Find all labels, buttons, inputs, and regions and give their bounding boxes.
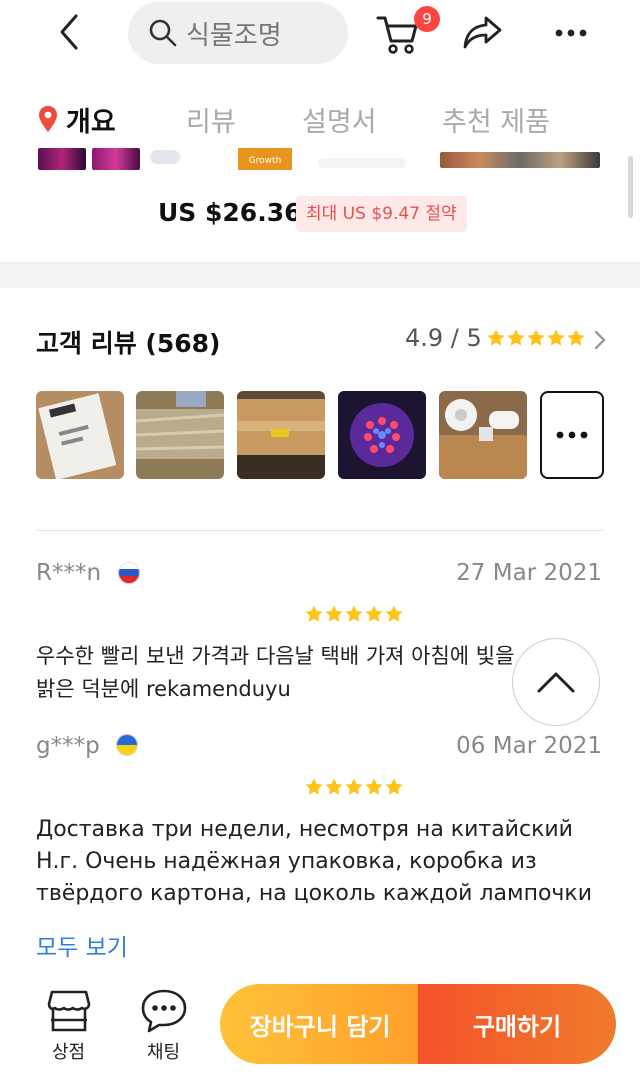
review-date: 27 Mar 2021 (456, 560, 602, 586)
chevron-up-icon (537, 672, 575, 693)
star-icon (384, 777, 404, 797)
tab-reviews[interactable]: 리뷰 (186, 100, 236, 139)
reviews-title[interactable]: 고객 리뷰 (568) (36, 324, 220, 360)
more-photos-button[interactable] (540, 391, 604, 479)
reviewer-name: R***n (36, 560, 102, 586)
review-date: 06 Mar 2021 (456, 733, 602, 759)
star-icon (364, 604, 384, 624)
star-icon (384, 604, 404, 624)
search-icon (149, 19, 177, 47)
rating-score: 4.9 / 5 (405, 324, 482, 352)
chat-icon[interactable] (140, 988, 187, 1034)
star-icon (344, 777, 364, 797)
chevron-right-icon[interactable] (592, 330, 608, 350)
review-photo-thumbnail[interactable] (36, 391, 124, 479)
savings-badge: 최대 US $9.47 절약 (296, 196, 467, 232)
cart-count-badge: 9 (414, 6, 440, 32)
search-placeholder: 식물조명 (186, 20, 282, 51)
store-icon[interactable] (46, 988, 92, 1034)
star-icon (344, 604, 364, 624)
location-pin-icon (38, 106, 58, 132)
rating-stars (486, 328, 586, 348)
more-dots-icon (556, 431, 588, 439)
scroll-to-top-button[interactable] (512, 638, 600, 726)
top-navigation-bar: 식물조명 9 (0, 0, 640, 70)
product-image-strip: Growth (0, 148, 640, 172)
tab-recommended[interactable]: 추천 제품 (442, 100, 550, 139)
review-stars (304, 604, 404, 624)
section-divider (0, 262, 640, 288)
review-photo-thumbnail[interactable] (136, 391, 224, 479)
review-photo-thumbnail[interactable] (439, 391, 527, 479)
review-text-line: Н.г. Очень надёжная упаковка, коробка из (36, 849, 537, 874)
search-bar[interactable]: 식물조명 (128, 2, 348, 64)
russia-flag-icon (118, 562, 140, 584)
chat-label: 채팅 (147, 1042, 181, 1063)
back-arrow-icon[interactable] (50, 12, 90, 52)
tab-overview[interactable]: 개요 (66, 100, 116, 139)
add-to-cart-button[interactable]: 장바구니 담기 (220, 984, 420, 1064)
more-options-icon[interactable] (548, 16, 594, 50)
scrollbar[interactable] (628, 156, 633, 218)
star-icon (364, 777, 384, 797)
star-icon (304, 604, 324, 624)
star-icon (546, 328, 566, 348)
divider (36, 530, 604, 531)
star-icon (324, 604, 344, 624)
review-photo-thumbnail[interactable] (338, 391, 426, 479)
star-icon (324, 777, 344, 797)
star-icon (486, 328, 506, 348)
review-text-line: Доставка три недели, несмотря на китайск… (36, 817, 573, 842)
review-photo-thumbnail[interactable] (237, 391, 325, 479)
reviewer-name: g***p (36, 733, 100, 759)
star-icon (304, 777, 324, 797)
product-price: US $26.36 (158, 198, 302, 227)
section-tabs: 개요 리뷰 설명서 추천 제품 (0, 86, 640, 146)
see-all-reviews-link[interactable]: 모두 보기 (36, 928, 128, 962)
review-text-line: твёрдого картона, на цоколь каждой лампо… (36, 881, 593, 906)
buy-now-button[interactable]: 구매하기 (418, 984, 616, 1064)
store-label: 상점 (52, 1042, 86, 1063)
tab-description[interactable]: 설명서 (302, 100, 377, 139)
star-icon (506, 328, 526, 348)
star-icon (526, 328, 546, 348)
star-icon (566, 328, 586, 348)
ukraine-flag-icon (116, 734, 138, 756)
share-icon[interactable] (460, 12, 506, 52)
review-stars (304, 777, 404, 797)
growth-label: Growth (238, 148, 292, 170)
review-text: Доставка три недели, несмотря на китайск… (36, 814, 616, 910)
review-text-line: 우수한 빨리 보낸 가격과 다음날 택배 가져 아침에 빛을 (36, 644, 515, 668)
